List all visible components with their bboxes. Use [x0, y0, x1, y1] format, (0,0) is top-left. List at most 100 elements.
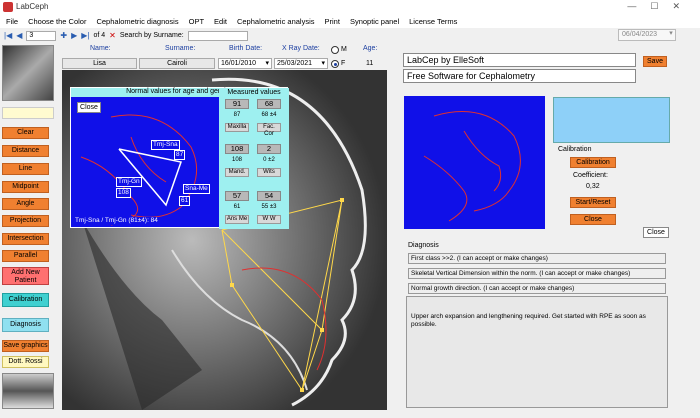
maxilla-button[interactable]: Maxilla — [225, 123, 249, 132]
search-label: Search by Surname: — [119, 32, 184, 39]
brand-title: LabCep by ElleSoft — [403, 53, 636, 67]
measured-value: 2 — [257, 144, 281, 154]
normal-values-panel: Normal values for age and gender Close T… — [70, 87, 289, 229]
menu-print[interactable]: Print — [325, 17, 340, 26]
intersection-button[interactable]: Intersection — [2, 233, 49, 245]
save-graphics-button[interactable]: Save graphics — [2, 340, 49, 352]
record-count: of 4 — [93, 32, 106, 39]
normal-value: 68 ±4 — [261, 112, 277, 118]
measured-value: 91 — [225, 99, 249, 109]
doctor-name-button[interactable]: Dott. Rossi — [2, 356, 49, 368]
calibration-action-button[interactable]: Calibration — [570, 157, 616, 168]
sex-radio-m[interactable] — [331, 46, 339, 54]
next-record-icon[interactable]: ▶ — [71, 31, 77, 40]
menu-synoptic-panel[interactable]: Synoptic panel — [350, 17, 399, 26]
start-reset-button[interactable]: Start/Reset — [570, 197, 616, 208]
birth-date-value: 16/01/2010 — [221, 60, 257, 67]
menu-opt[interactable]: OPT — [189, 17, 204, 26]
angle-button[interactable]: Angle — [2, 198, 49, 210]
tmj-sna-value: 87 — [174, 150, 186, 160]
prev-record-icon[interactable]: ◀ — [16, 31, 22, 40]
diagnosis-title: Diagnosis — [408, 242, 439, 249]
menu-cephalometric-diagnosis[interactable]: Cephalometric diagnosis — [96, 17, 178, 26]
diagnosis-line[interactable]: Skeletal Vertical Dimension within the n… — [408, 268, 666, 279]
normal-value: 0 ±2 — [263, 157, 275, 163]
window-controls[interactable]: —☐✕ — [627, 1, 694, 12]
add-record-icon[interactable]: ✚ — [60, 31, 67, 40]
measured-value: 57 — [225, 191, 249, 201]
menu-license-terms[interactable]: License Terms — [409, 17, 457, 26]
menu-choose-color[interactable]: Choose the Color — [28, 17, 86, 26]
midpoint-button[interactable]: Midpoint — [2, 181, 49, 193]
subtitle: Free Software for Cephalometry — [403, 69, 636, 83]
diagnosis-text[interactable]: Upper arch expansion and lengthening req… — [406, 296, 668, 408]
normal-value: 55 ±3 — [261, 204, 277, 210]
opt-thumbnail[interactable] — [2, 373, 54, 409]
sex-m-label: M — [341, 46, 347, 53]
window-title: LabCeph — [16, 2, 49, 11]
normal-values-diagram — [80, 114, 198, 226]
calibration-close-button[interactable]: Close — [570, 214, 616, 225]
delete-record-icon[interactable]: ✕ — [109, 31, 116, 40]
ans-me-button[interactable]: Ans Me — [225, 215, 249, 224]
wits-button[interactable]: Wits — [257, 168, 281, 177]
coefficient-label: Coefficient: — [573, 172, 608, 179]
clear-button[interactable]: Clear — [2, 127, 49, 139]
line-button[interactable]: Line — [2, 163, 49, 175]
ceph-thumbnail[interactable] — [2, 45, 54, 101]
navigation-toolbar: |◀ ◀ 3 ✚ ▶ ▶| of 4 ✕ Search by Surname: — [0, 29, 700, 42]
record-number-input[interactable]: 3 — [26, 30, 57, 41]
app-icon — [3, 2, 13, 12]
ratio-text: Tmj-Sna / Tmj-Gn (81±4): 84 — [74, 217, 159, 225]
facial-corner-button[interactable]: Fac. Cor — [257, 123, 281, 137]
sex-f-label: F — [341, 60, 346, 67]
menu-cephalometric-analysis[interactable]: Cephalometric analysis — [237, 17, 315, 26]
measured-value: 54 — [257, 191, 281, 201]
menu-file[interactable]: File — [6, 17, 18, 26]
xray-date-field[interactable]: 25/03/2021 ▾ — [274, 58, 328, 69]
last-record-icon[interactable]: ▶| — [81, 31, 89, 40]
age-value: 11 — [366, 60, 374, 67]
search-input[interactable] — [187, 30, 248, 41]
name-label: Name: — [90, 45, 111, 52]
diagnosis-button[interactable]: Diagnosis — [2, 318, 49, 332]
measured-value: 68 — [257, 99, 281, 109]
name-field[interactable]: Lisa — [62, 58, 137, 69]
birth-date-label: Birth Date: — [229, 45, 263, 52]
tmj-gn-tag: Tmj-Gn — [116, 177, 142, 187]
birth-date-field[interactable]: 16/01/2010 ▾ — [218, 58, 272, 69]
normal-value: 108 — [231, 157, 242, 163]
ww-button[interactable]: W W — [257, 215, 281, 224]
diagnosis-line[interactable]: Normal growth direction. (I can accept o… — [408, 283, 666, 294]
save-button[interactable]: Save — [643, 56, 667, 67]
coefficient-value: 0,32 — [586, 183, 600, 190]
color-preview[interactable] — [553, 97, 670, 143]
distance-button[interactable]: Distance — [2, 145, 49, 157]
mandible-button[interactable]: Mand. — [225, 168, 249, 177]
color-swatch[interactable] — [2, 107, 54, 119]
profile-tracing-preview[interactable] — [404, 96, 545, 229]
menu-bar: File Choose the Color Cephalometric diag… — [0, 14, 700, 28]
measured-values-title: Measured values — [227, 89, 281, 96]
normal-value: 61 — [233, 204, 241, 210]
parallel-button[interactable]: Parallel — [2, 250, 49, 262]
normal-value: 87 — [233, 112, 241, 118]
sex-radio-f[interactable] — [331, 60, 339, 68]
surname-label: Surname: — [165, 45, 196, 52]
calibration-button[interactable]: Calibration — [2, 293, 49, 307]
tmj-gn-value: 108 — [116, 188, 131, 198]
measured-value: 108 — [225, 144, 249, 154]
surname-field[interactable]: Cairoli — [139, 58, 215, 69]
add-new-patient-button[interactable]: Add New Patient — [2, 267, 49, 285]
first-record-icon[interactable]: |◀ — [4, 31, 12, 40]
close-button[interactable]: Close — [643, 227, 669, 238]
measured-values-panel: Measured values 91 68 87 68 ±4 Maxilla F… — [219, 88, 289, 229]
chevron-down-icon[interactable]: ▾ — [666, 29, 676, 41]
profile-tracing — [423, 111, 521, 222]
tmj-sna-tag: Tmj-Sna — [151, 140, 180, 150]
menu-edit[interactable]: Edit — [214, 17, 227, 26]
sna-me-tag: Sna-Me — [183, 184, 210, 194]
calibration-title: Calibration — [558, 146, 592, 153]
diagnosis-line[interactable]: First class >>2. (I can accept or make c… — [408, 253, 666, 264]
projection-button[interactable]: Projection — [2, 215, 49, 227]
